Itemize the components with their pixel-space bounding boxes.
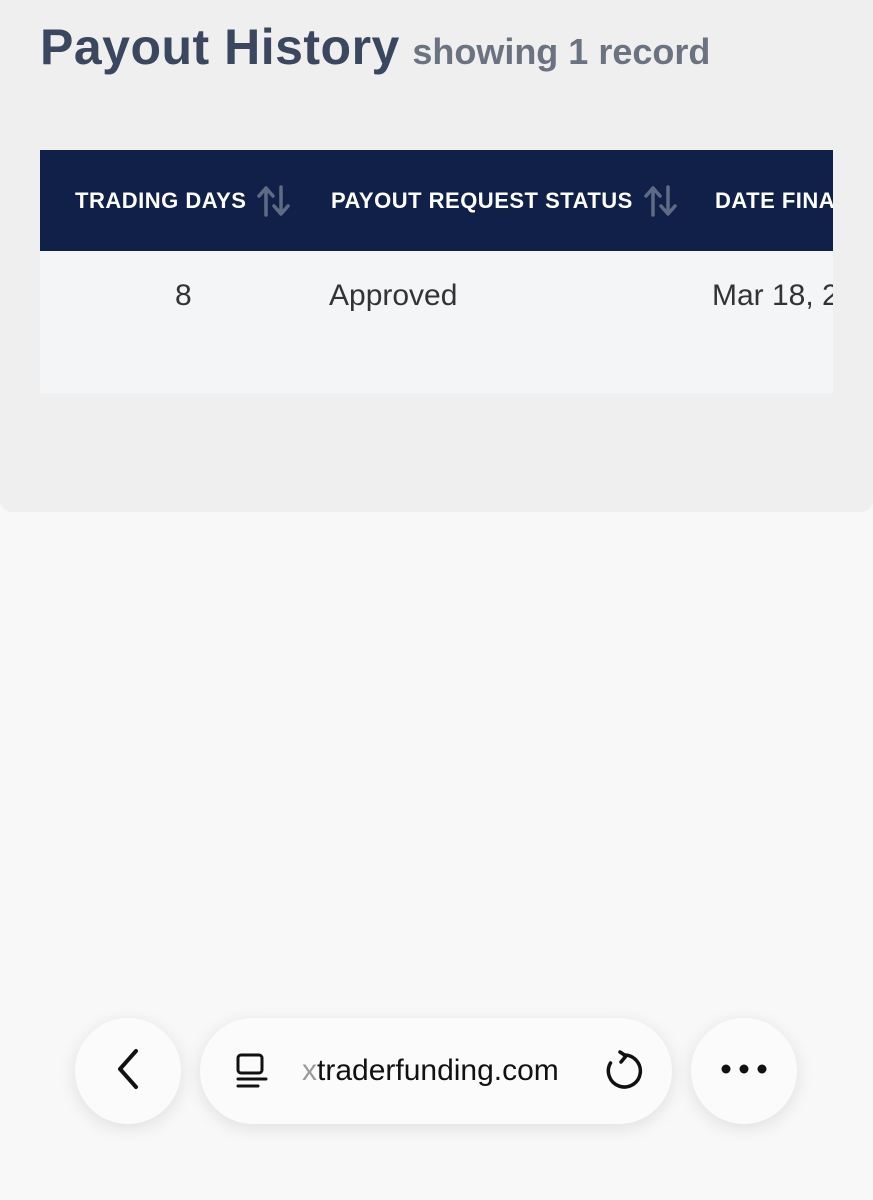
table-row[interactable]: 8 Approved Mar 18, 2	[40, 251, 833, 393]
browser-toolbar: xtraderfunding.com	[0, 1018, 873, 1126]
url-text: xtraderfunding.com	[302, 1054, 559, 1088]
address-bar[interactable]: xtraderfunding.com	[200, 1018, 672, 1124]
url-first-char: x	[302, 1054, 317, 1087]
column-label: TRADING DAYS	[75, 187, 247, 213]
payout-history-card: Payout History showing 1 record TRADING …	[0, 0, 873, 512]
column-label: DATE FINA	[715, 187, 833, 213]
title-row: Payout History showing 1 record	[40, 18, 710, 76]
sort-icon[interactable]	[643, 183, 679, 219]
reader-mode-icon[interactable]	[232, 1051, 272, 1093]
cell-status: Approved	[329, 279, 458, 312]
sort-icon[interactable]	[256, 183, 292, 219]
page-title: Payout History	[40, 19, 400, 75]
chevron-left-icon	[108, 1045, 148, 1098]
column-header-payout-request-status[interactable]: PAYOUT REQUEST STATUS	[331, 150, 679, 251]
reload-icon[interactable]	[602, 1049, 646, 1093]
payout-table[interactable]: TRADING DAYS PAYOUT REQUEST STATUS DATE …	[40, 150, 833, 393]
column-header-trading-days[interactable]: TRADING DAYS	[75, 150, 292, 251]
url-domain: traderfunding.com	[317, 1054, 559, 1087]
cell-trading-days: 8	[175, 279, 192, 312]
table-header: TRADING DAYS PAYOUT REQUEST STATUS DATE …	[40, 150, 833, 251]
more-button[interactable]	[691, 1018, 797, 1124]
cell-date: Mar 18, 2	[712, 279, 833, 312]
record-count: showing 1 record	[412, 31, 711, 72]
more-dots-icon	[720, 1062, 768, 1080]
column-label: PAYOUT REQUEST STATUS	[331, 187, 633, 213]
column-header-date[interactable]: DATE FINA	[715, 150, 833, 251]
back-button[interactable]	[75, 1018, 181, 1124]
